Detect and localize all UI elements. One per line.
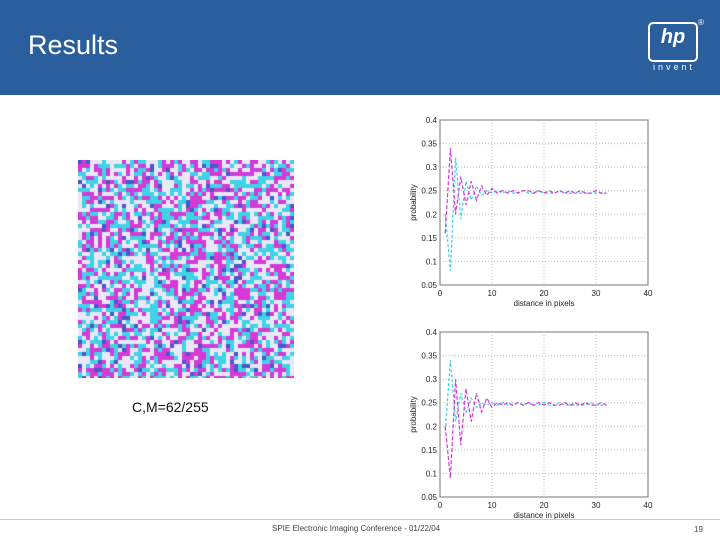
y-tick-label: 0.1 [426, 469, 438, 478]
y-axis-label: probability [409, 396, 418, 432]
y-tick-label: 0.3 [426, 375, 438, 384]
slide-title: Results [28, 30, 119, 60]
hp-logo-text: hp [660, 26, 686, 48]
hp-logo: hp invent ® [640, 18, 704, 78]
x-tick-label: 10 [488, 289, 497, 298]
x-tick-label: 30 [592, 501, 601, 510]
y-tick-label: 0.4 [426, 328, 438, 337]
probability-chart-bottom: 0 10 20 30 40 0.05 0.1 0.15 0.2 0.25 0.3 0.35 0.4 dis… [398, 320, 660, 520]
footer-divider [0, 519, 720, 520]
x-tick-label: 0 [438, 289, 443, 298]
x-tick-label: 40 [644, 289, 653, 298]
y-tick-label: 0.2 [426, 422, 438, 431]
x-tick-label: 40 [644, 501, 653, 510]
x-tick-label: 0 [438, 501, 443, 510]
y-tick-label: 0.25 [421, 187, 437, 196]
y-tick-label: 0.05 [421, 281, 437, 290]
registered-mark: ® [698, 18, 704, 27]
x-axis-label: distance in pixels [514, 299, 575, 308]
y-tick-label: 0.15 [421, 234, 437, 243]
x-tick-label: 10 [488, 501, 497, 510]
y-tick-label: 0.3 [426, 163, 438, 172]
y-tick-label: 0.4 [426, 116, 438, 125]
pattern-caption: C,M=62/255 [132, 399, 209, 415]
chart-svg-top: 0 10 20 30 40 0.05 0.1 0.15 0.2 0.25 0.3 0.35 0.4 dis… [409, 116, 653, 308]
probability-chart-top: 0 10 20 30 40 0.05 0.1 0.15 0.2 0.25 0.3 0.35 0.4 dis… [398, 108, 660, 308]
x-tick-label: 20 [540, 289, 549, 298]
y-tick-label: 0.35 [421, 140, 437, 149]
y-tick-label: 0.1 [426, 257, 438, 266]
hp-logo-tagline: invent [652, 62, 696, 72]
y-tick-label: 0.05 [421, 493, 437, 502]
x-tick-label: 20 [540, 501, 549, 510]
y-axis-label: probability [409, 184, 418, 220]
y-tick-label: 0.25 [421, 399, 437, 408]
x-tick-label: 30 [592, 289, 601, 298]
chart-svg-bottom: 0 10 20 30 400.050.10.150.20.250.30.350.4dis… [409, 328, 653, 520]
y-tick-label: 0.2 [426, 210, 438, 219]
y-tick-label: 0.15 [421, 446, 437, 455]
slide-header: Results hp invent ® [0, 0, 720, 95]
halftone-pattern-image [78, 160, 294, 378]
page-number: 19 [694, 525, 703, 534]
footer-text: SPIE Electronic Imaging Conference - 01/… [272, 524, 441, 533]
y-tick-label: 0.35 [421, 352, 437, 361]
